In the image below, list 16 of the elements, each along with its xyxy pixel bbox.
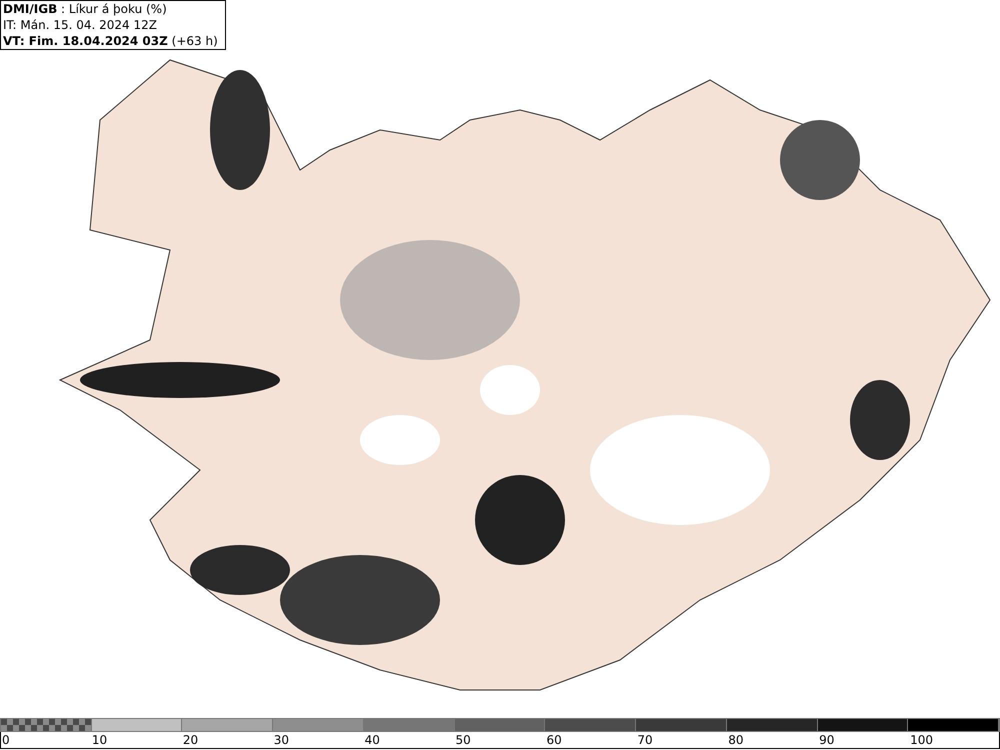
legend-label: 40 [364,732,380,748]
legend-label: 80 [728,732,744,748]
valid-time: VT: Fim. 18.04.2024 03Z [3,34,168,48]
legend-label: 20 [182,732,198,748]
legend-label: 90 [819,732,834,748]
legend-label: 30 [274,732,289,748]
legend-label: 100 [910,732,933,748]
source-label: DMI/IGB [3,2,58,16]
issue-time: IT: Mán. 15. 04. 2024 12Z [3,18,157,32]
legend-label: 0 [2,732,10,748]
legend-label: 70 [637,732,653,748]
legend-label: 50 [456,732,471,748]
legend-label: 10 [92,732,108,748]
lead-time: (+63 h) [172,34,218,48]
field-title: : Líkur á þoku (%) [61,2,167,16]
legend-label: 60 [546,732,562,748]
